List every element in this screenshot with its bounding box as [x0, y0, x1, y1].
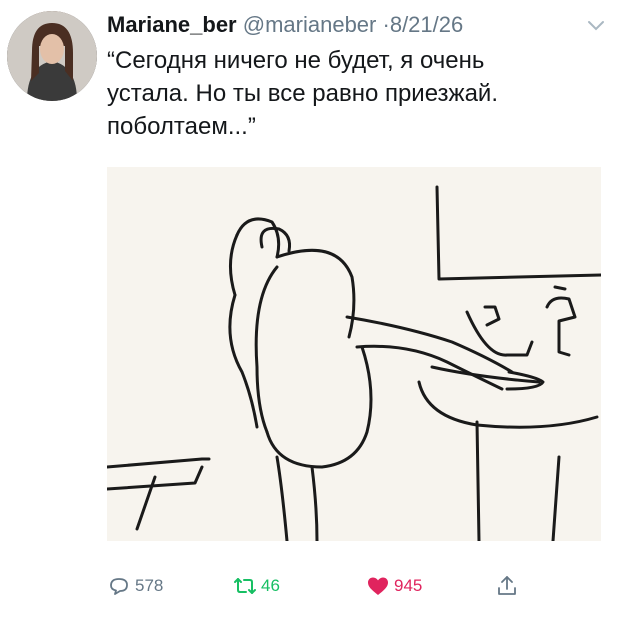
like-count: 945 — [394, 576, 423, 595]
author-name[interactable]: Mariane_ber — [107, 12, 237, 37]
avatar[interactable] — [7, 11, 97, 101]
tweet-text-line: “Сегодня ничего не будет, я очень — [107, 47, 485, 74]
retweet-count: 46 — [261, 576, 280, 595]
tweet-text-line: поболтаем...” — [107, 113, 256, 140]
tweet-header: Mariane_ber @marianeber ·8/21/26 — [107, 10, 463, 40]
tweet-text-line: устала. Но ты все равно приезжай. — [107, 80, 499, 107]
like-button[interactable]: 945 — [366, 573, 422, 599]
author-handle[interactable]: @marianeber — [243, 12, 377, 37]
share-icon — [498, 576, 516, 595]
retweet-icon — [234, 578, 256, 594]
heart-icon — [368, 577, 388, 595]
reply-button[interactable]: 578 — [107, 573, 163, 599]
share-button[interactable] — [495, 573, 523, 599]
tweet-date[interactable]: 8/21/26 — [390, 12, 463, 37]
reply-count: 578 — [135, 576, 164, 595]
tweet-text: “Сегодня ничего не будет, я очень устала… — [107, 44, 607, 143]
tweet-actions: 578 46 945 — [107, 573, 537, 599]
sketch-illustration — [107, 185, 601, 541]
chevron-down-icon[interactable] — [585, 16, 607, 34]
separator-dot: · — [382, 12, 390, 37]
reply-icon — [110, 578, 128, 595]
tweet-media-image[interactable] — [107, 167, 601, 541]
retweet-button[interactable]: 46 — [233, 573, 280, 599]
avatar-image — [7, 11, 97, 101]
